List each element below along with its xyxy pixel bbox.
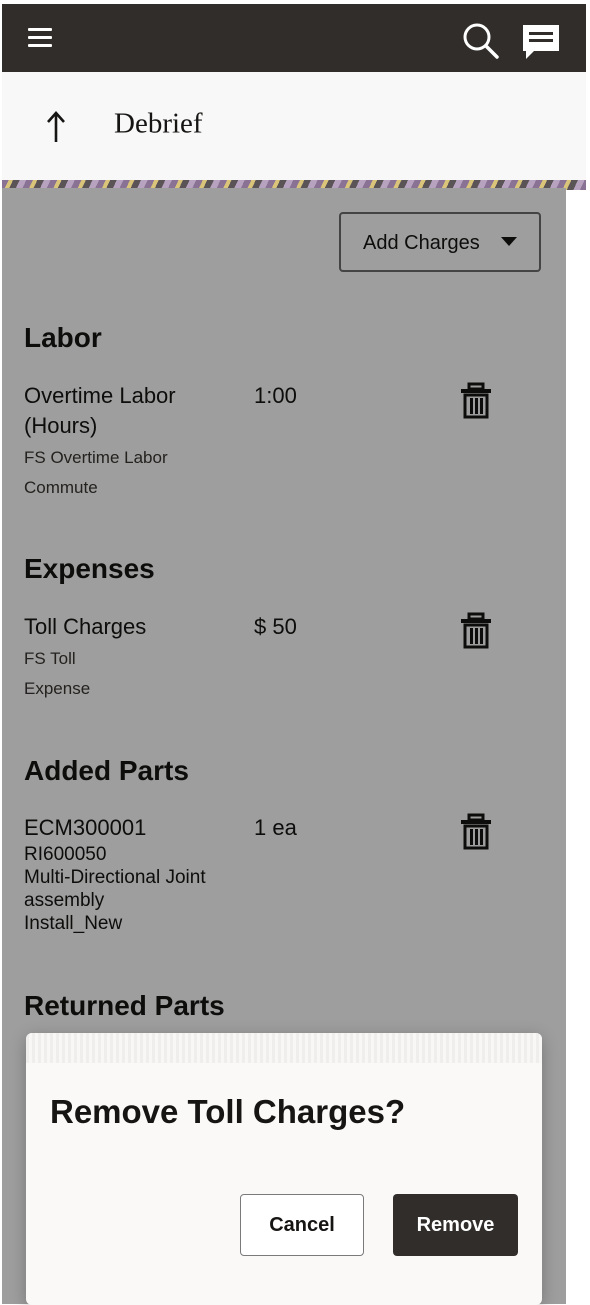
cancel-button[interactable]: Cancel <box>240 1194 364 1256</box>
page-title: Debrief <box>114 107 203 140</box>
remove-confirmation-dialog: Remove Toll Charges? Cancel Remove <box>26 1033 542 1305</box>
dialog-title: Remove Toll Charges? <box>50 1093 406 1130</box>
top-app-bar <box>2 4 586 72</box>
remove-button[interactable]: Remove <box>393 1194 518 1256</box>
search-icon[interactable] <box>460 20 500 60</box>
back-arrow-icon[interactable] <box>38 110 78 146</box>
chat-icon[interactable] <box>520 22 562 62</box>
page-header: Debrief <box>2 72 586 181</box>
menu-icon[interactable] <box>26 24 54 50</box>
dialog-texture <box>26 1033 542 1063</box>
